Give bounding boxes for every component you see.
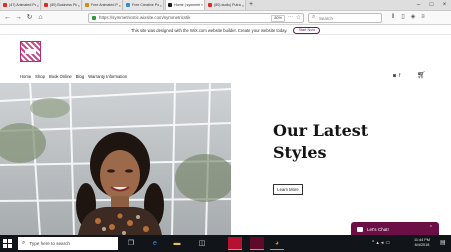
browser-tab[interactable]: Free Animated PowerPo × — [83, 0, 123, 10]
file-explorer-icon[interactable]: ▬ — [170, 237, 184, 250]
plus-icon[interactable]: + — [249, 0, 253, 10]
close-window-icon[interactable]: × — [438, 0, 451, 11]
hero-title-line: Our Latest — [273, 121, 369, 140]
tab-label: Home | symmetricstat — [174, 2, 200, 7]
app-red-icon[interactable] — [228, 237, 242, 250]
url-text[interactable]: https://symmetricstic.wixsite.com/symmet… — [99, 15, 190, 20]
store-icon[interactable]: ◫ — [195, 237, 209, 250]
notification-icon[interactable]: ▤ — [440, 239, 448, 247]
favicon-icon — [85, 3, 89, 7]
browser-tab[interactable]: (80) Business Plan Prese × — [42, 0, 82, 10]
wix-banner-text: This site was designed with the WiX.com … — [130, 27, 288, 33]
clock-date: 6/4/2018 — [414, 243, 430, 247]
lock-icon — [92, 16, 96, 20]
logo-center — [25, 49, 36, 54]
close-tab-icon[interactable]: × — [37, 3, 39, 8]
favicon-icon — [208, 3, 212, 7]
app-dark-red-icon[interactable] — [250, 237, 264, 250]
taskbar-clock[interactable]: 11:44 PM 6/4/2018 — [408, 238, 436, 248]
back-arrow-icon[interactable]: ← — [3, 13, 12, 22]
page-actions-icon[interactable]: ··· — [288, 14, 293, 20]
zoom-level[interactable]: 80% — [271, 15, 285, 22]
start-now-button[interactable]: Start Now — [293, 26, 321, 34]
browser-tab[interactable]: (47) Animated PowerPoi × — [1, 0, 41, 10]
browser-tab[interactable]: (80) dudlu| Putra Putri F × — [206, 0, 246, 10]
favicon-icon — [168, 2, 172, 7]
tab-label: Free Creative PowerPoin — [132, 3, 159, 7]
task-view-icon[interactable]: ❐ — [124, 237, 138, 250]
hero-title-line: Styles — [273, 143, 327, 162]
learn-more-button[interactable]: Learn More — [273, 184, 303, 195]
close-tab-icon[interactable]: × — [160, 3, 162, 8]
nav-item-blog[interactable]: Blog — [76, 74, 84, 79]
taskbar-search-placeholder[interactable]: Type here to search — [29, 241, 70, 246]
chevron-up-icon[interactable]: ⌃ — [429, 225, 433, 231]
firefox-icon[interactable]: ◕ — [270, 237, 284, 250]
facebook-icon[interactable]: f — [399, 73, 400, 79]
cart-icon[interactable]: 🛒︎ — [417, 72, 426, 79]
bookmark-star-icon[interactable]: ☆ — [296, 14, 301, 21]
chevron-up-icon[interactable]: ^ — [372, 239, 374, 247]
edge-icon[interactable]: e — [148, 237, 162, 250]
close-tab-icon[interactable]: × — [78, 3, 80, 8]
minimize-icon[interactable]: – — [412, 0, 425, 11]
search-icon: ⌕ — [312, 14, 316, 20]
favicon-icon — [3, 3, 7, 7]
instagram-icon[interactable]: ◙ — [393, 73, 396, 79]
tab-label: Free Animated PowerPo — [91, 3, 118, 7]
maximize-icon[interactable]: □ — [425, 0, 438, 11]
browser-tab[interactable]: Free Creative PowerPoin × — [124, 0, 164, 10]
browser-tab-strip: (47) Animated PowerPoi × (80) Business P… — [0, 0, 451, 11]
volume-icon[interactable]: ◂ — [381, 239, 384, 247]
menu-icon[interactable]: ≡ — [418, 13, 428, 22]
reload-icon[interactable]: ↻ — [25, 13, 34, 22]
forward-arrow-icon[interactable]: → — [14, 13, 23, 22]
favicon-icon — [126, 3, 130, 7]
sidebar-icon[interactable]: ▯ — [398, 13, 408, 22]
tab-label: (47) Animated PowerPoi — [9, 3, 36, 7]
tab-label: (80) Business Plan Prese — [50, 3, 77, 7]
shield-icon[interactable]: ◈ — [408, 13, 418, 22]
favicon-icon — [44, 3, 48, 7]
windows-taskbar: ⌕ Type here to search ❐ e ▬ ◫ ◕ ^ ▴ ◂ ▭ … — [0, 235, 451, 252]
nav-item-book-online[interactable]: Book Online — [49, 74, 72, 79]
system-tray: ^ ▴ ◂ ▭ — [372, 239, 390, 247]
chat-bubble-icon — [357, 226, 363, 232]
site-nav: Home Shop Book Online Blog Warranty Info… — [20, 74, 127, 79]
address-bar[interactable]: https://symmetricstic.wixsite.com/symmet… — [88, 13, 304, 23]
browser-tab-active[interactable]: Home | symmetricstat × — [165, 0, 205, 10]
wix-banner: This site was designed with the WiX.com … — [0, 26, 451, 35]
battery-icon[interactable]: ▭ — [385, 239, 390, 247]
library-icon[interactable]: ⫴ — [388, 13, 398, 22]
browser-toolbar: ← → ↻ ⌂ https://symmetricstic.wixsite.co… — [0, 11, 451, 25]
hero-photo — [0, 83, 231, 235]
nav-item-home[interactable]: Home — [20, 74, 31, 79]
search-icon: ⌕ — [22, 240, 26, 246]
site-logo[interactable] — [20, 41, 41, 62]
window-controls: – □ × — [412, 0, 451, 11]
chat-label: Let's Chat! — [367, 226, 389, 232]
close-tab-icon[interactable]: × — [119, 3, 121, 8]
nav-item-warranty[interactable]: Warranty Information — [88, 74, 127, 79]
chat-widget[interactable]: Let's Chat! ⌃ — [351, 222, 439, 236]
close-tab-icon[interactable]: × — [242, 3, 244, 8]
browser-search-box[interactable]: ⌕ — [308, 13, 382, 23]
tab-label: (80) dudlu| Putra Putri F — [214, 3, 241, 7]
hero-title: Our Latest Styles — [273, 120, 443, 164]
browser-search-input[interactable] — [319, 15, 379, 22]
browser-tools: ⫴ ▯ ◈ ≡ — [388, 13, 428, 22]
network-icon[interactable]: ▴ — [376, 239, 379, 247]
windows-start-icon[interactable] — [3, 239, 13, 249]
taskbar-search[interactable]: ⌕ Type here to search — [18, 237, 118, 250]
nav-item-shop[interactable]: Shop — [35, 74, 45, 79]
hero-image — [0, 83, 231, 235]
close-tab-icon[interactable]: × — [201, 2, 203, 7]
home-icon[interactable]: ⌂ — [36, 13, 45, 22]
social-links: ◙ f — [393, 73, 400, 79]
